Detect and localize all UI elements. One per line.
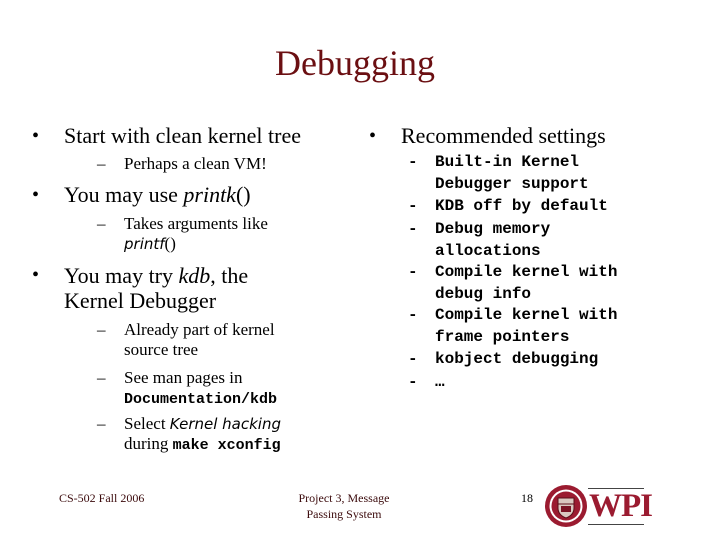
- wpi-logo: WPI: [544, 484, 653, 528]
- bullet-icon: •: [32, 184, 40, 206]
- logo-bottom-rule: [588, 524, 644, 525]
- dash-icon: –: [97, 414, 106, 433]
- bullet-icon: •: [369, 125, 377, 147]
- dash-icon: -: [408, 373, 418, 391]
- dash-icon: -: [408, 220, 418, 238]
- page-number: 18: [521, 491, 533, 505]
- dash-icon: –: [97, 214, 106, 233]
- slide-title: Debugging: [275, 43, 435, 83]
- dash-icon: -: [408, 306, 418, 324]
- dash-icon: -: [408, 153, 418, 171]
- dash-icon: -: [408, 197, 418, 215]
- wpi-wordmark: WPI: [589, 488, 653, 524]
- footer-project: Project 3, Message Passing System: [298, 491, 390, 521]
- dash-icon: -: [408, 263, 418, 281]
- wpi-seal-icon: [545, 485, 587, 527]
- dash-icon: –: [97, 368, 106, 387]
- bullet-icon: •: [32, 264, 40, 286]
- dash-icon: -: [408, 350, 418, 368]
- dash-icon: –: [97, 154, 106, 173]
- dash-icon: –: [97, 320, 106, 339]
- bullet-icon: •: [32, 125, 40, 147]
- footer-course: CS-502 Fall 2006: [59, 491, 145, 505]
